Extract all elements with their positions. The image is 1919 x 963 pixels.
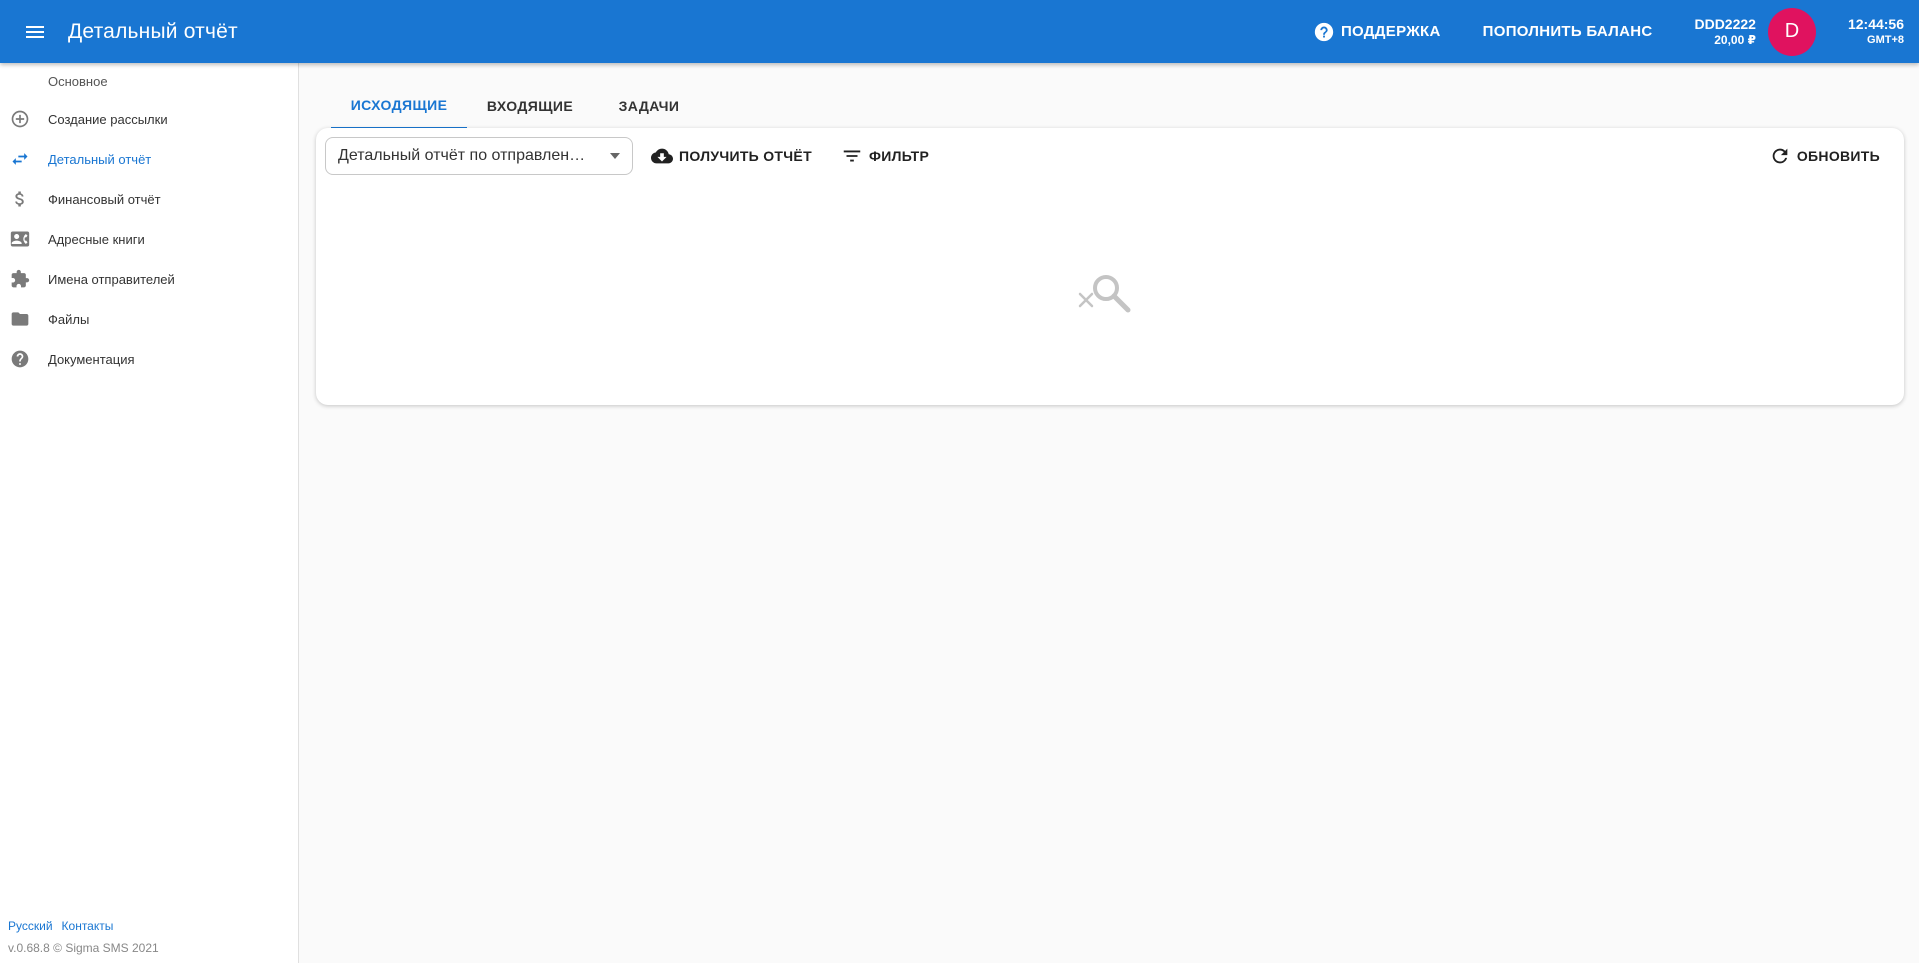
filter-button[interactable]: ФИЛЬТР bbox=[841, 138, 929, 174]
sidebar: Основное Создание рассылки Детальный отч… bbox=[0, 63, 299, 963]
account-balance: 20,00 ₽ bbox=[1714, 32, 1756, 47]
contacts-link[interactable]: Контакты bbox=[62, 919, 114, 933]
sidebar-item-sender-names[interactable]: Имена отправителей bbox=[0, 259, 298, 299]
account-name: DDD2222 bbox=[1694, 15, 1756, 32]
language-link[interactable]: Русский bbox=[8, 919, 53, 933]
sidebar-item-label: Детальный отчёт bbox=[48, 151, 152, 167]
swap-arrows-icon bbox=[0, 149, 48, 169]
avatar[interactable]: D bbox=[1767, 7, 1816, 56]
tab-tasks[interactable]: ЗАДАЧИ bbox=[593, 83, 705, 129]
menu-button[interactable] bbox=[15, 12, 55, 52]
filter-label: ФИЛЬТР bbox=[869, 148, 930, 164]
sidebar-item-label: Адресные книги bbox=[48, 231, 145, 247]
add-circle-icon bbox=[0, 109, 48, 129]
cloud-download-icon bbox=[651, 148, 673, 164]
support-button[interactable]: ПОДДЕРЖКА bbox=[1301, 12, 1453, 52]
tab-incoming[interactable]: ВХОДЯЩИЕ bbox=[467, 83, 593, 129]
clock-timezone: GMT+8 bbox=[1867, 33, 1904, 46]
report-card: Детальный отчёт по отправлениям ПОЛУЧИТЬ… bbox=[316, 128, 1904, 405]
refresh-icon bbox=[1772, 148, 1788, 164]
account-info: DDD2222 20,00 ₽ bbox=[1694, 16, 1755, 48]
folder-icon bbox=[0, 309, 48, 329]
version-text: v.0.68.8 © Sigma SMS 2021 bbox=[8, 941, 159, 955]
tab-outgoing[interactable]: ИСХОДЯЩИЕ bbox=[331, 83, 467, 129]
sidebar-item-files[interactable]: Файлы bbox=[0, 299, 298, 339]
topup-balance-button[interactable]: ПОПОЛНИТЬ БАЛАНС bbox=[1471, 12, 1665, 52]
get-report-button[interactable]: ПОЛУЧИТЬ ОТЧЁТ bbox=[651, 138, 812, 174]
sidebar-item-financial-report[interactable]: Финансовый отчёт bbox=[0, 179, 298, 219]
sidebar-item-label: Документация bbox=[48, 351, 135, 367]
help-icon bbox=[0, 349, 48, 369]
dollar-icon bbox=[0, 189, 48, 209]
topup-label: ПОПОЛНИТЬ БАЛАНС bbox=[1482, 23, 1653, 40]
menu-icon bbox=[26, 25, 44, 38]
puzzle-icon bbox=[0, 269, 48, 289]
search-off-icon bbox=[1078, 275, 1131, 313]
sidebar-item-create-mailing[interactable]: Создание рассылки bbox=[0, 99, 298, 139]
sidebar-item-label: Имена отправителей bbox=[48, 271, 175, 287]
sidebar-item-label: Создание рассылки bbox=[48, 111, 168, 127]
dropdown-arrow-icon bbox=[610, 153, 620, 159]
sidebar-item-label: Финансовый отчёт bbox=[48, 191, 161, 207]
refresh-button[interactable]: ОБНОВИТЬ bbox=[1769, 138, 1880, 174]
clock-time: 12:44:56 bbox=[1847, 15, 1904, 32]
app-bar: Детальный отчёт ПОДДЕРЖКА ПОПОЛНИТЬ БАЛА… bbox=[0, 0, 1919, 63]
sidebar-footer: Русский Контакты v.0.68.8 © Sigma SMS 20… bbox=[8, 919, 159, 955]
sidebar-item-detailed-report[interactable]: Детальный отчёт bbox=[0, 139, 298, 179]
filter-icon bbox=[843, 150, 861, 162]
sidebar-item-label: Файлы bbox=[48, 311, 90, 327]
refresh-label: ОБНОВИТЬ bbox=[1796, 148, 1880, 164]
sidebar-item-documentation[interactable]: Документация bbox=[0, 339, 298, 379]
support-label: ПОДДЕРЖКА bbox=[1340, 23, 1441, 40]
report-type-value: Детальный отчёт по отправлениям bbox=[338, 147, 588, 164]
page-title: Детальный отчёт bbox=[68, 19, 238, 43]
sidebar-section-title: Основное bbox=[48, 73, 108, 89]
report-type-select[interactable]: Детальный отчёт по отправлениям bbox=[325, 137, 633, 175]
contact-card-icon bbox=[0, 229, 48, 249]
clock: 12:44:56 GMT+8 bbox=[1848, 16, 1904, 48]
help-icon bbox=[1314, 22, 1334, 41]
report-tabs: ИСХОДЯЩИЕ ВХОДЯЩИЕ ЗАДАЧИ bbox=[331, 83, 705, 129]
sidebar-item-address-books[interactable]: Адресные книги bbox=[0, 219, 298, 259]
get-report-label: ПОЛУЧИТЬ ОТЧЁТ bbox=[679, 148, 812, 164]
